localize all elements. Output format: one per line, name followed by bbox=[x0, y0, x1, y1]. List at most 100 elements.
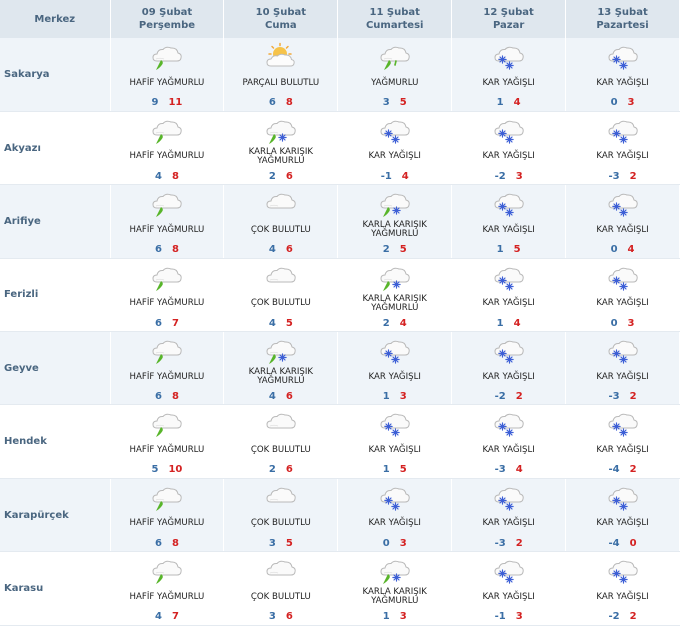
weather-description: HAFİF YAĞMURLU bbox=[129, 224, 205, 235]
weather-description: KAR YAĞIŞLI bbox=[482, 224, 535, 235]
day-header: 13 Şubat Pazartesi bbox=[565, 0, 680, 38]
temperature-range: -4 0 bbox=[566, 538, 679, 549]
forecast-cell: KAR YAĞIŞLI -3 2 bbox=[451, 478, 567, 553]
forecast-cell: HAFİF YAĞMURLU 4 7 bbox=[110, 551, 225, 626]
temperature-range: 26 bbox=[224, 464, 337, 475]
day-date: 10 Şubat bbox=[255, 7, 307, 18]
max-temp: 11 bbox=[168, 97, 183, 108]
city-name[interactable]: Arifiye bbox=[0, 184, 111, 259]
temperature-range: -2 3 bbox=[452, 171, 565, 182]
forecast-cell: KARLA KARIŞIK YAĞMURLU 2 4 bbox=[337, 258, 453, 333]
temperature-range: -1 4 bbox=[338, 171, 451, 182]
min-temp: 4 bbox=[154, 170, 162, 182]
city-name[interactable]: Hendek bbox=[0, 404, 111, 479]
forecast-cell: KAR YAĞIŞLI 1 4 bbox=[451, 258, 567, 333]
weather-description: KAR YAĞIŞLI bbox=[368, 518, 421, 529]
weather-description: KAR YAĞIŞLI bbox=[596, 298, 649, 309]
city-name[interactable]: Karapürçek bbox=[0, 478, 111, 553]
forecast-cell: KAR YAĞIŞLI -2 2 bbox=[451, 331, 567, 406]
temperature-range: -3 2 bbox=[566, 171, 679, 182]
sleet-icon bbox=[378, 263, 412, 293]
city-column-header: Merkez bbox=[0, 0, 111, 38]
temperature-range: 47 bbox=[111, 611, 224, 622]
day-header: 09 Şubat Perşembe bbox=[110, 0, 225, 38]
weather-description: HAFİF YAĞMURLU bbox=[129, 371, 205, 382]
max-temp: 8 bbox=[171, 244, 179, 256]
snow-icon bbox=[606, 116, 640, 146]
forecast-cell: KAR YAĞIŞLI -1 4 bbox=[337, 111, 453, 186]
light-rain-icon bbox=[150, 483, 184, 513]
weather-description: KAR YAĞIŞLI bbox=[482, 151, 535, 162]
forecast-cell: HAFİF YAĞMURLU 6 8 bbox=[110, 331, 225, 406]
forecast-cell: YAĞMURLU 3 5 bbox=[337, 38, 453, 112]
weather-description: KAR YAĞIŞLI bbox=[482, 371, 535, 382]
weather-description: PARÇALI BULUTLU bbox=[242, 77, 320, 88]
temperature-range: 03 bbox=[338, 538, 451, 549]
light-rain-icon bbox=[150, 263, 184, 293]
weather-description: ÇOK BULUTLU bbox=[250, 444, 311, 455]
snow-icon bbox=[606, 483, 640, 513]
temperature-range: 35 bbox=[338, 97, 451, 108]
forecast-cell: ÇOK BULUTLU 4 5 bbox=[223, 258, 339, 333]
light-rain-icon bbox=[150, 336, 184, 366]
max-temp: 5 bbox=[513, 244, 521, 256]
min-temp: 3 bbox=[382, 97, 390, 108]
weather-description: KARLA KARIŞIK YAĞMURLU bbox=[248, 367, 314, 387]
temperature-range: 36 bbox=[224, 611, 337, 622]
forecast-cell: KAR YAĞIŞLI -3 2 bbox=[565, 111, 680, 186]
weather-description: KARLA KARIŞIK YAĞMURLU bbox=[362, 293, 427, 313]
snow-icon bbox=[606, 336, 640, 366]
forecast-cell: HAFİF YAĞMURLU 6 8 bbox=[110, 184, 225, 259]
day-weekday: Pazar bbox=[492, 20, 525, 31]
weather-description: KAR YAĞIŞLI bbox=[482, 77, 535, 88]
temperature-range: 48 bbox=[111, 171, 224, 182]
forecast-cell: KAR YAĞIŞLI -1 3 bbox=[451, 551, 567, 626]
forecast-cell: KAR YAĞIŞLI 0 4 bbox=[565, 184, 680, 259]
temperature-range: 25 bbox=[338, 244, 451, 255]
min-temp: 3 bbox=[268, 611, 276, 623]
temperature-range: 26 bbox=[224, 171, 337, 182]
day-date: 13 Şubat bbox=[597, 7, 648, 18]
max-temp: 2 bbox=[629, 464, 637, 476]
cloudy-icon bbox=[264, 556, 298, 586]
min-temp: -3 bbox=[608, 391, 620, 403]
city-name[interactable]: Akyazı bbox=[0, 111, 111, 186]
min-temp: -3 bbox=[494, 537, 506, 549]
weather-description: HAFİF YAĞMURLU bbox=[129, 151, 205, 162]
temperature-range: -3 2 bbox=[452, 538, 565, 549]
weather-description: HAFİF YAĞMURLU bbox=[129, 298, 205, 309]
snow-icon bbox=[606, 189, 640, 219]
forecast-cell: KARLA KARIŞIK YAĞMURLU 2 6 bbox=[223, 111, 339, 186]
temperature-range: 9 11 bbox=[111, 97, 224, 108]
min-temp: 3 bbox=[268, 537, 276, 549]
weather-description: HAFİF YAĞMURLU bbox=[129, 77, 205, 88]
snow-icon bbox=[378, 116, 412, 146]
max-temp: 5 bbox=[399, 97, 407, 108]
max-temp: 5 bbox=[285, 537, 293, 549]
day-date: 11 Şubat bbox=[369, 7, 420, 18]
city-name[interactable]: Geyve bbox=[0, 331, 111, 406]
day-header: 10 Şubat Cuma bbox=[223, 0, 339, 38]
sleet-icon bbox=[378, 556, 412, 586]
max-temp: 4 bbox=[401, 170, 409, 182]
city-name[interactable]: Ferizli bbox=[0, 258, 111, 333]
min-temp: -2 bbox=[494, 170, 506, 182]
forecast-cell: ÇOK BULUTLU 3 6 bbox=[223, 551, 339, 626]
max-temp: 3 bbox=[627, 317, 635, 329]
snow-icon bbox=[492, 483, 526, 513]
max-temp: 3 bbox=[399, 611, 407, 623]
max-temp: 8 bbox=[171, 391, 179, 403]
table-row: Akyazı HAFİF YAĞMURLU 4 8 KARLA KARIŞIK YAĞM… bbox=[0, 111, 680, 186]
weather-description: HAFİF YAĞMURLU bbox=[129, 591, 205, 602]
min-temp: 0 bbox=[610, 97, 618, 108]
temperature-range: 45 bbox=[224, 318, 337, 329]
city-name[interactable]: Karasu bbox=[0, 551, 111, 626]
temperature-range: 68 bbox=[111, 391, 224, 402]
min-temp: 1 bbox=[382, 391, 390, 403]
sleet-icon bbox=[378, 189, 412, 219]
max-temp: 3 bbox=[515, 611, 523, 623]
snow-icon bbox=[606, 409, 640, 439]
city-name[interactable]: Sakarya bbox=[0, 38, 111, 112]
forecast-cell: KAR YAĞIŞLI 1 5 bbox=[451, 184, 567, 259]
temperature-range: 68 bbox=[111, 538, 224, 549]
